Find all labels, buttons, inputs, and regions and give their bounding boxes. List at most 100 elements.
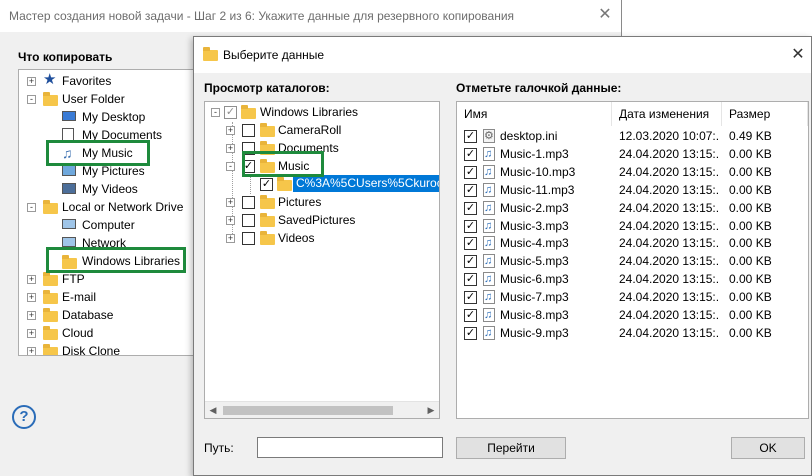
tree-item-disk-clone[interactable]: + Disk Clone — [19, 342, 197, 355]
tree-item-computer[interactable]: Computer — [19, 216, 197, 234]
expand-icon[interactable]: + — [226, 126, 235, 135]
music-file-icon — [483, 146, 495, 163]
file-name: Music-11.mp3 — [500, 182, 575, 197]
tree-item-my-videos[interactable]: My Videos — [19, 180, 197, 198]
highlight-my-music — [46, 140, 150, 166]
file-list[interactable]: Имя Дата изменения Размер ✓ desktop.ini 12… — [456, 101, 809, 419]
expand-icon[interactable]: + — [226, 144, 235, 153]
file-name: desktop.ini — [500, 129, 558, 143]
source-tree[interactable]: + ★ Favorites - User Folder My Desktop M… — [18, 69, 198, 356]
tree-item-email[interactable]: + E-mail — [19, 288, 197, 306]
expand-icon[interactable]: + — [226, 216, 235, 225]
folder-icon — [203, 47, 218, 61]
expand-icon[interactable]: + — [27, 329, 36, 338]
expand-icon[interactable]: + — [27, 347, 36, 355]
tree-item-label: My Desktop — [82, 110, 146, 124]
scroll-thumb[interactable] — [223, 406, 393, 415]
catalog-item-videos[interactable]: + Videos — [205, 229, 439, 247]
tree-item-cloud[interactable]: + Cloud — [19, 324, 197, 342]
file-row[interactable]: ✓ Music-4.mp3 24.04.2020 13:15:... 0.00 KB — [457, 235, 807, 252]
checked-checkbox[interactable]: ✓ — [464, 165, 477, 179]
help-icon[interactable]: ? — [12, 405, 36, 429]
file-row[interactable]: ✓ Music-1.mp3 24.04.2020 13:15:... 0.00 KB — [457, 146, 807, 163]
checked-checkbox[interactable]: ✓ — [464, 219, 477, 233]
file-row[interactable]: ✓ Music-9.mp3 24.04.2020 13:15:... 0.00 KB — [457, 325, 807, 342]
checked-checkbox[interactable]: ✓ — [464, 183, 477, 197]
file-size: 0.00 KB — [729, 164, 772, 179]
catalog-tree[interactable]: - ✓ Windows Libraries + CameraRoll + Doc… — [204, 101, 440, 419]
file-size: 0.00 KB — [729, 200, 772, 215]
file-row[interactable]: ✓ Music-5.mp3 24.04.2020 13:15:... 0.00 KB — [457, 253, 807, 270]
file-size: 0.00 KB — [729, 236, 772, 251]
wizard-close-icon[interactable]: ✕ — [597, 7, 613, 23]
star-icon: ★ — [43, 71, 57, 88]
music-file-icon — [483, 164, 495, 181]
collapse-icon[interactable]: - — [211, 108, 220, 117]
checked-checkbox[interactable]: ✓ — [464, 273, 477, 287]
checkbox[interactable] — [242, 196, 255, 209]
tree-item-database[interactable]: + Database — [19, 306, 197, 324]
tree-item-favorites[interactable]: + ★ Favorites — [19, 72, 197, 90]
folder-icon — [260, 195, 275, 209]
collapse-icon[interactable]: - — [226, 162, 235, 171]
horizontal-scrollbar[interactable]: ◀ ▶ — [205, 401, 439, 418]
tree-item-label: E-mail — [62, 290, 97, 304]
collapse-icon[interactable]: - — [27, 95, 36, 104]
checkbox[interactable] — [242, 214, 255, 227]
catalog-item-windows-libraries[interactable]: - ✓ Windows Libraries — [205, 103, 439, 121]
tree-item-user-folder[interactable]: - User Folder — [19, 90, 197, 108]
column-header-size[interactable]: Размер — [722, 102, 808, 126]
checked-checkbox[interactable]: ✓ — [464, 130, 477, 143]
music-file-icon — [483, 325, 495, 342]
checked-checkbox[interactable]: ✓ — [464, 147, 477, 161]
checkbox[interactable] — [242, 232, 255, 245]
dialog-close-icon[interactable]: ✕ — [790, 47, 806, 63]
go-button[interactable]: Перейти — [456, 437, 566, 459]
file-row[interactable]: ✓ Music-3.mp3 24.04.2020 13:15:... 0.00 KB — [457, 218, 807, 235]
scroll-right-icon[interactable]: ▶ — [425, 404, 437, 416]
tree-item-my-desktop[interactable]: My Desktop — [19, 108, 197, 126]
expand-icon[interactable]: + — [226, 234, 235, 243]
catalog-item-pictures[interactable]: + Pictures — [205, 193, 439, 211]
folder-icon — [43, 92, 58, 106]
expand-icon[interactable]: + — [27, 77, 36, 86]
catalog-item-cameraroll[interactable]: + CameraRoll — [205, 121, 439, 139]
expand-icon[interactable]: + — [27, 275, 36, 284]
file-row[interactable]: ✓ Music-7.mp3 24.04.2020 13:15:... 0.00 KB — [457, 289, 807, 306]
ok-button[interactable]: OK — [731, 437, 805, 459]
file-size: 0.00 KB — [729, 272, 772, 287]
file-row[interactable]: ✓ Music-10.mp3 24.04.2020 13:15:... 0.00 KB — [457, 164, 807, 181]
file-row[interactable]: ✓ Music-8.mp3 24.04.2020 13:15:... 0.00 KB — [457, 307, 807, 324]
file-row[interactable]: ✓ Music-11.mp3 24.04.2020 13:15:... 0.00 KB — [457, 182, 807, 199]
column-header-modified[interactable]: Дата изменения — [612, 102, 722, 126]
catalog-item-label: CameraRoll — [278, 123, 342, 137]
music-file-icon — [483, 307, 495, 324]
checked-checkbox[interactable]: ✓ — [464, 201, 477, 215]
file-row[interactable]: ✓ Music-6.mp3 24.04.2020 13:15:... 0.00 KB — [457, 271, 807, 288]
scroll-left-icon[interactable]: ◀ — [207, 404, 219, 416]
expand-icon[interactable]: + — [27, 311, 36, 320]
catalog-item-label: SavedPictures — [278, 213, 356, 227]
catalog-item-savedpictures[interactable]: + SavedPictures — [205, 211, 439, 229]
checked-checkbox[interactable]: ✓ — [464, 255, 477, 269]
checked-checkbox[interactable]: ✓ — [464, 326, 477, 340]
collapse-icon[interactable]: - — [27, 203, 36, 212]
expand-icon[interactable]: + — [27, 293, 36, 302]
checked-checkbox[interactable]: ✓ — [260, 178, 273, 191]
file-row[interactable]: ✓ desktop.ini 12.03.2020 10:07:... 0.49 KB — [457, 128, 807, 145]
checked-checkbox[interactable]: ✓ — [464, 291, 477, 305]
checkbox[interactable] — [242, 124, 255, 137]
file-row[interactable]: ✓ Music-2.mp3 24.04.2020 13:15:... 0.00 KB — [457, 200, 807, 217]
settings-file-icon — [483, 128, 495, 145]
checked-checkbox[interactable]: ✓ — [464, 309, 477, 322]
partial-checkbox[interactable]: ✓ — [224, 106, 237, 119]
column-header-name[interactable]: Имя — [457, 102, 612, 126]
path-input[interactable] — [257, 437, 443, 458]
catalog-item-user-music[interactable]: ✓ C%3A%5CUsers%5Ckuroc — [205, 175, 439, 193]
dialog-titlebar: Выберите данные — [194, 37, 811, 73]
checked-checkbox[interactable]: ✓ — [464, 237, 477, 251]
file-size: 0.00 KB — [729, 308, 772, 322]
expand-icon[interactable]: + — [226, 198, 235, 207]
tree-item-local-network-drive[interactable]: - Local or Network Drive — [19, 198, 197, 216]
desktop-icon — [62, 111, 76, 121]
